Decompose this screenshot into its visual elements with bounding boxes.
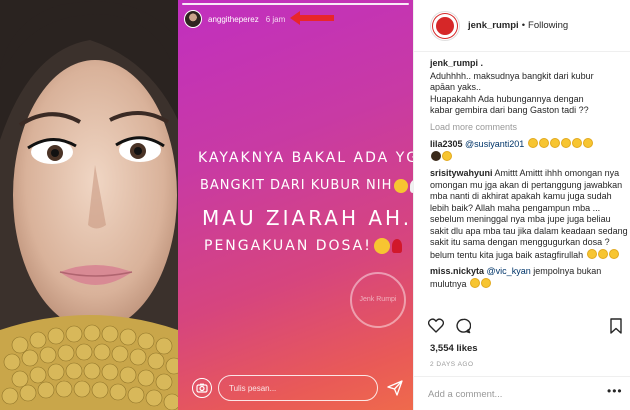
story-text-line-3: MAU ZIARAH AH....: [202, 206, 413, 230]
grinning-emoji-icons: [527, 138, 593, 149]
bookmark-icon[interactable]: [610, 318, 622, 339]
comment-username[interactable]: lila2305: [430, 139, 463, 149]
watermark-logo: Jenk Rumpi: [350, 272, 406, 328]
more-options-button[interactable]: •••: [607, 385, 623, 397]
post-username[interactable]: jenk_rumpi: [468, 20, 519, 31]
story-text-line-1: KAYAKNYA BAKAL ADA YG: [198, 150, 413, 166]
selfie-photo: [0, 0, 178, 410]
post-panel: jenk_rumpi • Following jenk_rumpi . Aduh…: [413, 0, 630, 410]
following-button[interactable]: Following: [528, 20, 568, 31]
separator-dot: •: [521, 20, 526, 31]
laughing-emoji-icons: [469, 277, 492, 289]
comment-username[interactable]: miss.nickyta: [430, 266, 484, 276]
comment-icon[interactable]: [455, 318, 471, 334]
rose-emoji-icon: [391, 239, 402, 253]
grinning-emoji-icons: [586, 248, 619, 260]
comment-item: lila2305 @susiyanti201: [430, 138, 628, 163]
story-reply-input[interactable]: [218, 375, 378, 401]
comment-mention[interactable]: @vic_kyan: [487, 266, 531, 276]
smiling-emoji-icon: [373, 238, 390, 254]
comment-username[interactable]: srisitywahyuni: [430, 168, 493, 178]
caption-line: kabar gembira dari bang Gaston tadi ??: [430, 105, 589, 115]
story-timestamp: 6 jam: [265, 14, 286, 24]
post-actions: [428, 318, 482, 334]
story-progress-bar: [182, 3, 409, 5]
comment-item: miss.nickyta @vic_kyan jempolnya bukan m…: [430, 266, 628, 290]
caption-line: Huapakahh Ada hubungannya dengan: [430, 93, 584, 104]
laughing-emoji-icon: [394, 178, 409, 193]
sunglasses-emoji-icons: [430, 150, 452, 162]
comment-mention[interactable]: @susiyanti201: [465, 139, 524, 149]
story-text-line-4: PENGAKUAN DOSA!: [204, 238, 402, 254]
story-header: anggitheperez 6 jam: [184, 9, 285, 29]
story-username[interactable]: anggitheperez: [208, 15, 259, 24]
story-footer: [178, 366, 413, 410]
red-arrow-icon: [290, 11, 334, 25]
caption-username[interactable]: jenk_rumpi .: [430, 58, 628, 70]
profile-logo-icon: [433, 13, 457, 38]
caption-line: apāan yaks..: [430, 82, 482, 92]
add-comment-bar: •••: [414, 376, 630, 410]
story-viewer[interactable]: anggitheperez 6 jam KAYAKNYA BAKAL ADA Y…: [178, 0, 413, 410]
story-avatar[interactable]: [184, 10, 202, 28]
load-more-comments-link[interactable]: Load more comments: [430, 122, 628, 134]
post-avatar[interactable]: [430, 10, 460, 41]
comment-text: Amittt Amittt ihhh omongan nya omongan m…: [430, 168, 628, 260]
comment-item: srisitywahyuni Amittt Amittt ihhh omonga…: [430, 168, 628, 261]
add-comment-input[interactable]: [428, 384, 598, 404]
story-text-line-2: BANGKIT DARI KUBUR NIH: [200, 178, 413, 193]
send-icon[interactable]: [387, 380, 403, 396]
comments-section: jenk_rumpi . Aduhhhh.. maksudnya bangkit…: [430, 58, 628, 290]
likes-count[interactable]: 3,554 likes: [430, 343, 478, 354]
heart-icon[interactable]: [428, 318, 444, 334]
camera-icon[interactable]: [192, 378, 212, 398]
caption-line: Aduhhhh.. maksudnya bangkit dari kubur: [430, 70, 594, 81]
post-date: 2 DAYS AGO: [430, 361, 474, 368]
post-header: jenk_rumpi • Following: [414, 0, 630, 52]
